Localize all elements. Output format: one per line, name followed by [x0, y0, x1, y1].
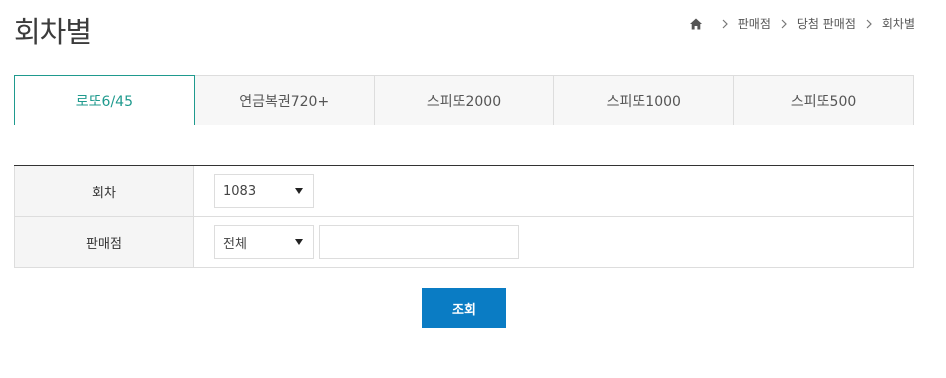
round-select-value: 1083 — [223, 183, 257, 199]
tab-pension720[interactable]: 연금복권720+ — [194, 75, 375, 125]
caret-down-icon — [295, 188, 303, 194]
search-button[interactable]: 조회 — [422, 288, 506, 328]
breadcrumb-item-store[interactable]: 판매점 — [738, 15, 771, 32]
chevron-right-icon — [721, 19, 729, 29]
store-region-select-value: 전체 — [223, 236, 247, 252]
breadcrumb-item-winning-store[interactable]: 당첨 판매점 — [797, 15, 856, 32]
form-row-round: 회차 1083 — [14, 166, 914, 217]
store-region-select[interactable]: 전체 — [214, 225, 314, 259]
tab-lotto645[interactable]: 로또6/45 — [14, 75, 195, 126]
tab-speetto500[interactable]: 스피또500 — [734, 75, 914, 125]
caret-down-icon — [295, 239, 303, 245]
chevron-right-icon — [780, 19, 788, 29]
store-label: 판매점 — [14, 217, 194, 267]
round-label: 회차 — [14, 166, 194, 216]
form-row-store: 판매점 전체 — [14, 217, 914, 268]
tab-speetto2000[interactable]: 스피또2000 — [374, 75, 555, 125]
search-form: 회차 1083 판매점 전체 — [14, 165, 914, 268]
lottery-tabs: 로또6/45 연금복권720+ 스피또2000 스피또1000 스피또500 — [14, 75, 914, 126]
breadcrumb: 판매점 당첨 판매점 회차별 — [689, 15, 915, 32]
home-icon[interactable] — [689, 17, 703, 31]
page: 회차별 판매점 당첨 판매점 회차별 로또6/45 연금복권720+ 스피또20… — [0, 0, 946, 378]
chevron-right-icon — [865, 19, 873, 29]
round-select[interactable]: 1083 — [214, 174, 314, 208]
store-cell: 전체 — [194, 217, 914, 267]
page-title: 회차별 — [14, 15, 92, 49]
store-name-input[interactable] — [319, 225, 519, 259]
breadcrumb-item-by-round: 회차별 — [881, 17, 915, 31]
tab-speetto1000[interactable]: 스피또1000 — [554, 75, 735, 125]
round-cell: 1083 — [194, 166, 914, 216]
